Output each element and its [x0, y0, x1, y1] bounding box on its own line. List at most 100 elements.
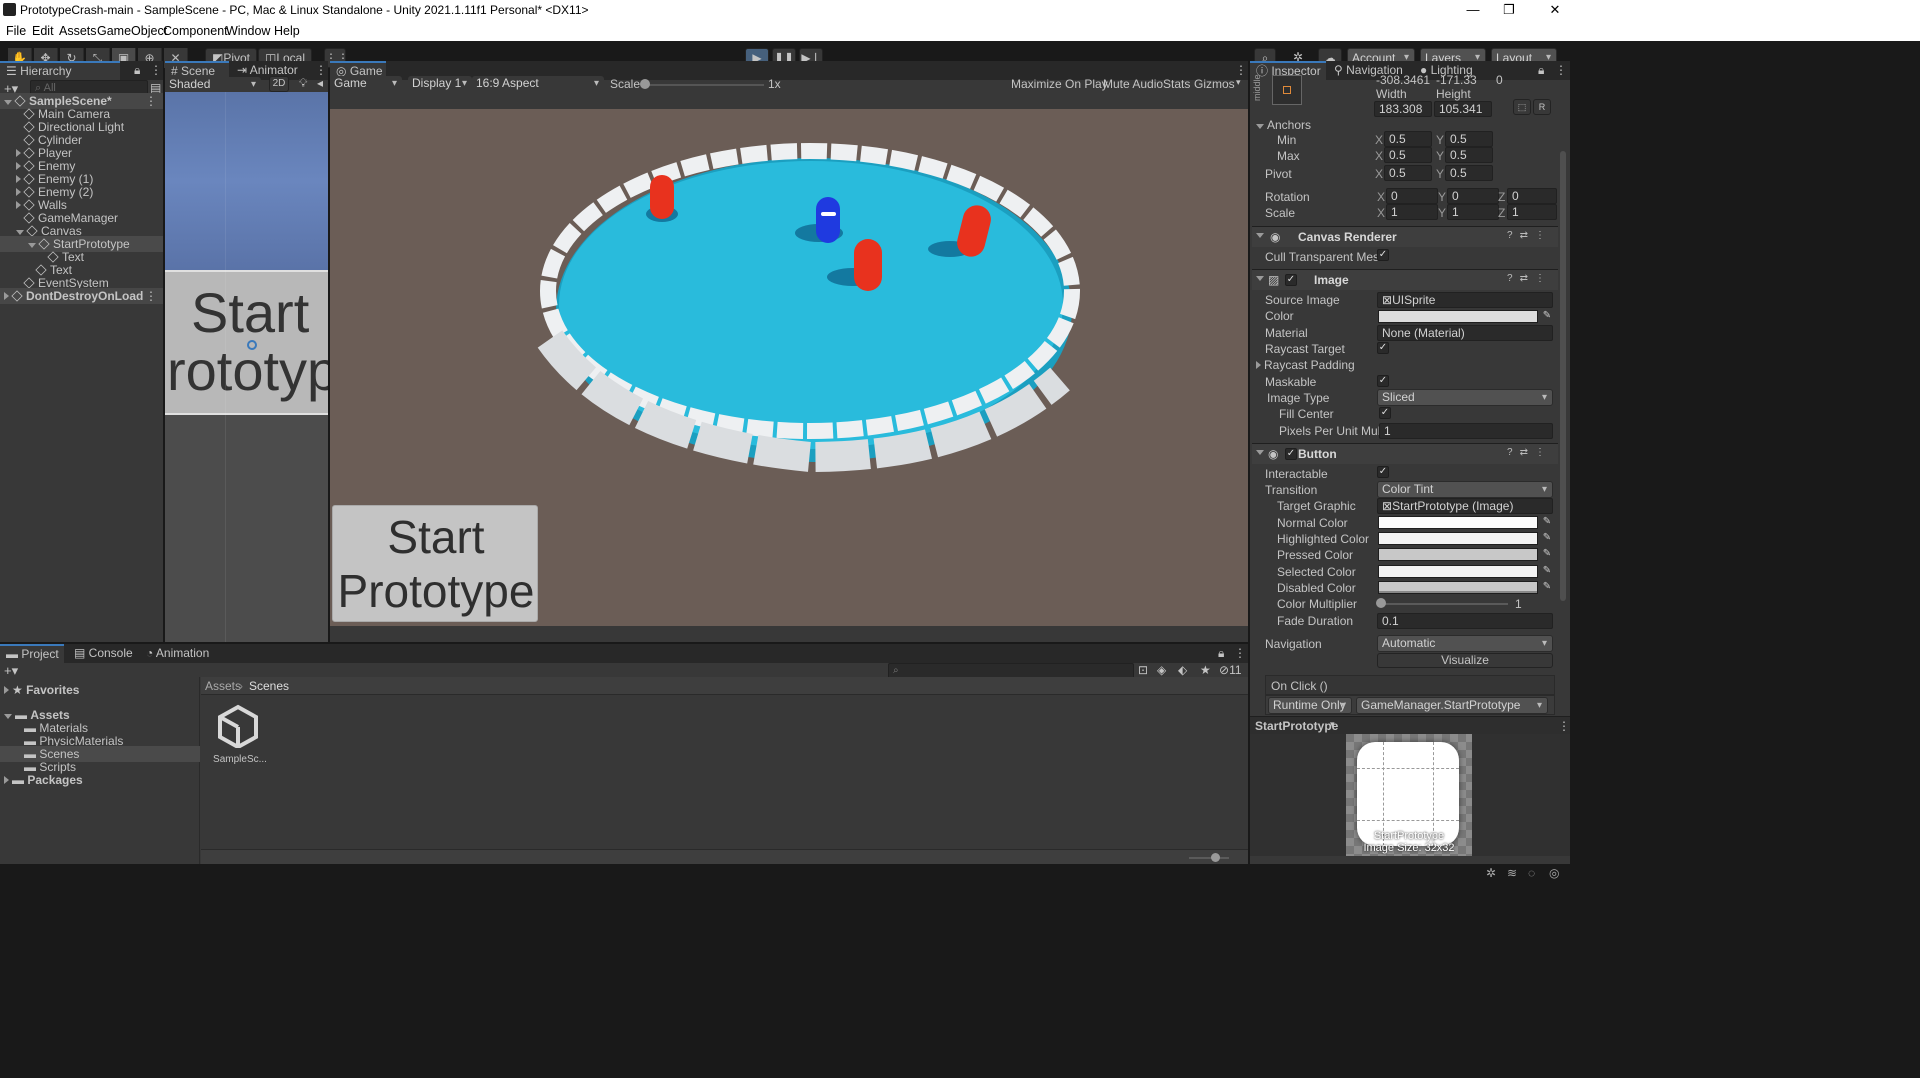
foldout-arrow-icon[interactable] [16, 149, 21, 157]
transition-dropdown[interactable]: Color Tint [1377, 481, 1553, 498]
fade-duration-field[interactable]: 0.1 [1377, 613, 1553, 629]
cull-transparent-checkbox[interactable]: ✓ [1377, 249, 1389, 261]
image-type-dropdown[interactable]: Sliced [1377, 389, 1553, 406]
component-header-icons[interactable]: ?⇄⋮ [1507, 273, 1552, 284]
anchor-min-x-field[interactable]: 0.5 [1384, 131, 1432, 147]
inspector-scrollbar[interactable] [1560, 151, 1566, 601]
rotation-x-field[interactable]: 0 [1386, 188, 1438, 204]
foldout-arrow-icon[interactable] [16, 188, 21, 196]
kebab-menu-icon[interactable]: ⋮ [1555, 63, 1567, 77]
color-multiplier-value[interactable]: 1 [1515, 597, 1522, 611]
color-multiplier-slider-track[interactable] [1380, 603, 1508, 605]
image-component-header[interactable]: ▨ ✓ Image ?⇄⋮ [1252, 269, 1558, 290]
eyedropper-icon[interactable]: ✎ [1541, 532, 1553, 544]
search-by-type-icon[interactable]: ⊡ [1138, 663, 1148, 677]
kebab-menu-icon[interactable]: ⋮ [1235, 63, 1247, 77]
foldout-arrow-icon[interactable] [4, 100, 12, 105]
interactable-checkbox[interactable]: ✓ [1377, 466, 1389, 478]
tab-console[interactable]: ▤ Console [68, 644, 136, 663]
fill-center-checkbox[interactable]: ✓ [1379, 407, 1391, 419]
project-tree-item[interactable]: ★ Favorites [0, 682, 200, 698]
eyedropper-icon[interactable]: ✎ [1541, 516, 1553, 528]
toggle-2d-button[interactable]: 2D [269, 76, 289, 92]
mute-audio-toggle[interactable]: Mute Audio [1103, 77, 1163, 91]
stats-toggle[interactable]: Stats [1163, 77, 1190, 91]
lighting-status-icon[interactable]: ◌ [1528, 866, 1535, 880]
start-prototype-button[interactable]: Start Prototype [332, 505, 538, 622]
bug-icon[interactable]: ✲ [1486, 866, 1496, 880]
scene-viewport[interactable]: Start rototyp [165, 92, 328, 642]
kebab-menu-icon[interactable]: ⋮ [1234, 646, 1246, 660]
pivot-handle-icon[interactable] [247, 340, 257, 350]
raw-edit-icon[interactable]: R [1533, 99, 1551, 115]
width-field[interactable]: 183.308 [1374, 101, 1432, 117]
scale-y-field[interactable]: 1 [1447, 204, 1499, 220]
image-enabled-checkbox[interactable]: ✓ [1285, 274, 1297, 286]
close-button[interactable]: ✕ [1532, 0, 1578, 20]
raycast-target-checkbox[interactable]: ✓ [1377, 342, 1389, 354]
anchor-min-y-field[interactable]: 0.5 [1445, 131, 1493, 147]
anchor-max-y-field[interactable]: 0.5 [1445, 147, 1493, 163]
menu-assets[interactable]: Assets [59, 24, 97, 38]
ppu-field[interactable]: 1 [1379, 423, 1553, 439]
color-swatch[interactable] [1378, 310, 1538, 323]
eyedropper-icon[interactable]: ✎ [1541, 581, 1553, 593]
disabled-color-swatch[interactable] [1378, 581, 1538, 594]
foldout-arrow-icon[interactable] [4, 714, 12, 719]
icon-size-slider-track[interactable] [1189, 857, 1229, 859]
foldout-arrow-icon[interactable] [16, 201, 21, 209]
project-tree-item[interactable]: ▬ Packages [0, 772, 200, 788]
pos-y-value[interactable]: -171.33 [1436, 73, 1477, 87]
display-dropdown[interactable]: Display 1 [408, 76, 472, 93]
kebab-menu-icon[interactable]: ⋮ [315, 63, 327, 77]
rotation-y-field[interactable]: 0 [1447, 188, 1499, 204]
component-header-icons[interactable]: ?⇄⋮ [1507, 447, 1552, 458]
foldout-arrow-icon[interactable] [4, 292, 9, 300]
normal-color-swatch[interactable] [1378, 516, 1538, 529]
scale-slider-handle[interactable] [640, 79, 650, 89]
navigation-dropdown[interactable]: Automatic [1377, 635, 1553, 652]
audio-toggle-icon[interactable]: ◂ [317, 76, 323, 90]
selected-color-swatch[interactable] [1378, 565, 1538, 578]
pos-z-value[interactable]: 0 [1496, 73, 1503, 87]
menu-help[interactable]: Help [274, 24, 300, 38]
search-by-label-icon[interactable]: ◈ [1157, 663, 1166, 677]
onclick-handler-dropdown[interactable]: GameManager.StartPrototype [1356, 697, 1548, 714]
menu-file[interactable]: File [6, 24, 26, 38]
tag-icon[interactable]: ⬖ [1178, 663, 1187, 677]
hierarchy-item[interactable]: DontDestroyOnLoad ⋮ [0, 288, 163, 304]
eyedropper-icon[interactable]: ✎ [1541, 548, 1553, 560]
color-multiplier-slider-handle[interactable] [1376, 598, 1386, 608]
asset-tile-samplescene[interactable]: SampleSc... [212, 702, 268, 772]
rotation-z-field[interactable]: 0 [1507, 188, 1557, 204]
foldout-arrow-icon[interactable] [16, 175, 21, 183]
raycast-padding-foldout[interactable]: Raycast Padding [1256, 358, 1355, 372]
menu-window[interactable]: Window [226, 24, 270, 38]
eyedropper-icon[interactable]: ✎ [1541, 310, 1553, 322]
anchor-preset-widget[interactable] [1272, 75, 1302, 105]
kebab-menu-icon[interactable]: ⋮ [1558, 719, 1570, 733]
tab-project[interactable]: ▬ Project [0, 644, 64, 663]
icon-size-slider-handle[interactable] [1211, 853, 1220, 862]
layers-status-icon[interactable]: ≋ [1507, 866, 1517, 880]
maskable-checkbox[interactable]: ✓ [1377, 375, 1389, 387]
pressed-color-swatch[interactable] [1378, 548, 1538, 561]
highlighted-color-swatch[interactable] [1378, 532, 1538, 545]
foldout-arrow-icon[interactable] [16, 162, 21, 170]
material-field[interactable]: None (Material) [1377, 325, 1553, 341]
preview-header[interactable]: StartPrototype ▾ ⋮ [1250, 716, 1570, 734]
source-image-field[interactable]: ⊠UISprite [1377, 292, 1553, 308]
runtime-mode-dropdown[interactable]: Runtime Only [1268, 697, 1352, 714]
button-component-header[interactable]: ◉ ✓ Button ?⇄⋮ [1252, 443, 1558, 464]
favorite-star-icon[interactable]: ★ [1200, 663, 1211, 677]
lighting-toggle-icon[interactable]: 💡︎ [299, 76, 307, 91]
blueprint-mode-icon[interactable]: ⬚ [1513, 99, 1531, 115]
anchor-max-x-field[interactable]: 0.5 [1384, 147, 1432, 163]
foldout-arrow-icon[interactable] [4, 686, 9, 694]
target-graphic-field[interactable]: ⊠StartPrototype (Image) [1377, 498, 1553, 514]
game-mode-dropdown[interactable]: Game [330, 76, 402, 93]
tab-animation[interactable]: ◔ Animation [140, 644, 220, 663]
hidden-packages-toggle[interactable]: ⊘11 [1219, 663, 1242, 677]
canvas-renderer-header[interactable]: ◉ Canvas Renderer ?⇄⋮ [1252, 226, 1558, 247]
scale-z-field[interactable]: 1 [1507, 204, 1557, 220]
